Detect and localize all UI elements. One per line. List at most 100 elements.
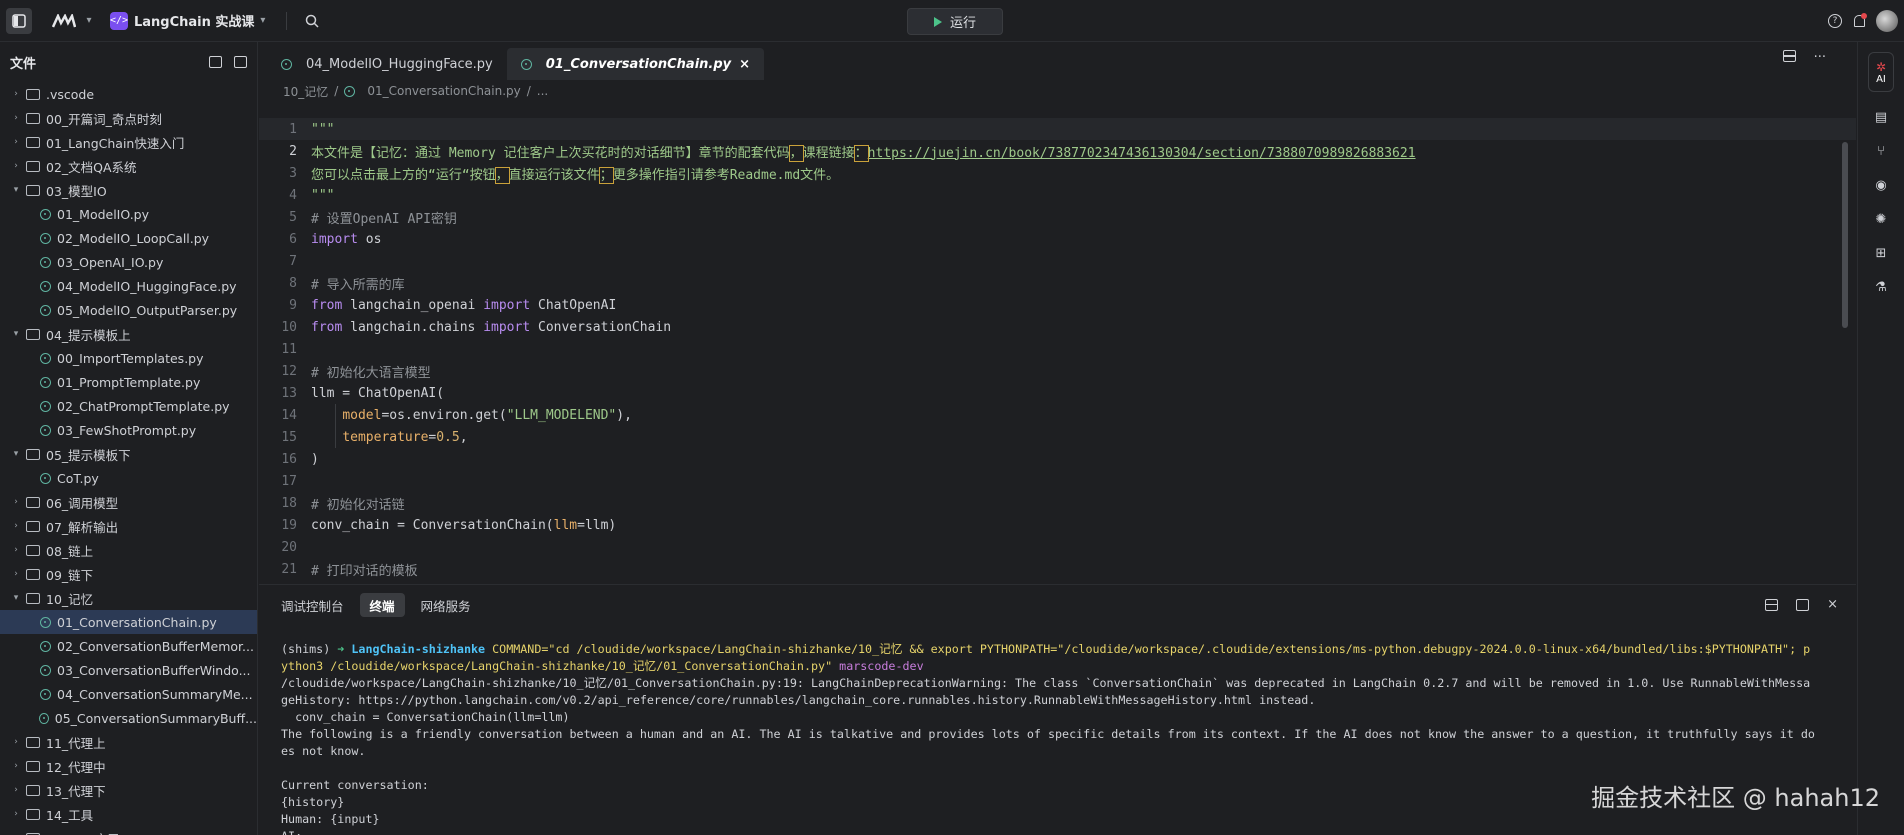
code-line[interactable]: 12 # 初始化大语言模型	[259, 360, 1856, 382]
code-text: 您可以点击最上方的“运行“按钮，直接运行该文件；更多操作指引请参考Readme.…	[311, 164, 839, 184]
code-line[interactable]: 4 """	[259, 184, 1856, 206]
extensions-icon[interactable]: ⊞	[1873, 246, 1889, 262]
code-line[interactable]: 2 本文件是【记忆：通过 Memory 记住客户上次买花时的对话细节】章节的配套代…	[259, 140, 1856, 162]
code-line[interactable]: 3 您可以点击最上方的“运行“按钮，直接运行该文件；更多操作指引请参考Readme…	[259, 162, 1856, 184]
notification-bell-icon[interactable]	[1852, 13, 1867, 28]
split-editor-icon[interactable]	[1782, 50, 1796, 62]
panel-tab[interactable]: 调试控制台	[271, 593, 354, 617]
more-actions-icon[interactable]: ···	[1814, 50, 1826, 65]
breadcrumb-item[interactable]: ...	[537, 84, 548, 98]
maximize-panel-icon[interactable]	[1796, 598, 1810, 611]
panel-tab[interactable]: 网络服务	[411, 593, 481, 617]
close-icon[interactable]: ×	[739, 57, 750, 72]
folder-item[interactable]: › 07_解析输出	[0, 514, 257, 538]
file-item[interactable]: CoT.py	[0, 466, 257, 490]
folder-item[interactable]: ▾ 05_提示模板下	[0, 442, 257, 466]
folder-item[interactable]: › 11_代理上	[0, 730, 257, 754]
file-item[interactable]: 03_FewShotPrompt.py	[0, 418, 257, 442]
python-file-icon	[40, 424, 51, 436]
code-token: """	[311, 121, 335, 137]
code-line[interactable]: 5 # 设置OpenAI API密钥	[259, 206, 1856, 228]
file-item[interactable]: 05_ModelIO_OutputParser.py	[0, 298, 257, 322]
code-line[interactable]: 9 from langchain_openai import ChatOpenAI	[259, 294, 1856, 316]
chevron-right-icon: ›	[14, 761, 18, 771]
document-search-icon[interactable]: ▤	[1873, 110, 1889, 126]
folder-icon	[26, 448, 40, 460]
run-button[interactable]: 运行	[907, 8, 1003, 35]
file-item[interactable]: 05_ConversationSummaryBuff...	[0, 706, 257, 730]
file-item[interactable]: 01_ModelIO.py	[0, 202, 257, 226]
search-icon[interactable]	[299, 8, 325, 34]
file-item[interactable]: 04_ModelIO_HuggingFace.py	[0, 274, 257, 298]
folder-item[interactable]: ›15_RAG应用	[0, 826, 257, 835]
folder-item[interactable]: › 08_链上	[0, 538, 257, 562]
folder-item[interactable]: › 14_工具	[0, 802, 257, 826]
folder-item[interactable]: › .vscode	[0, 82, 257, 106]
tab-label: 01_ConversationChain.py	[545, 56, 732, 72]
project-icon: </>	[110, 11, 128, 30]
preview-icon[interactable]: ◉	[1873, 178, 1889, 194]
folder-item[interactable]: › 09_链下	[0, 562, 257, 586]
folder-item[interactable]: › 02_文档QA系统	[0, 154, 257, 178]
file-item[interactable]: 02_ModelIO_LoopCall.py	[0, 226, 257, 250]
code-token: langchain.chains	[342, 319, 484, 335]
git-branch-icon[interactable]: ⑂	[1873, 144, 1889, 160]
file-item[interactable]: 02_ConversationBufferMemor...	[0, 634, 257, 658]
help-icon[interactable]: ?	[1828, 14, 1842, 28]
code-line[interactable]: 1 """	[259, 118, 1856, 140]
folder-item[interactable]: › 01_LangChain快速入门	[0, 130, 257, 154]
avatar[interactable]	[1876, 10, 1898, 32]
folder-item[interactable]: › 06_调用模型	[0, 490, 257, 514]
code-line[interactable]: 17	[259, 470, 1856, 492]
ai-assistant-button[interactable]: ✲ AI	[1868, 52, 1894, 92]
code-editor[interactable]: 1 """ 2 本文件是【记忆：通过 Memory 记住客户上次买花时的对话细节】章节…	[259, 118, 1856, 582]
terminal-token: ➜	[337, 642, 352, 656]
editor-tab[interactable]: 04_ModelIO_HuggingFace.py	[267, 48, 507, 80]
folder-item[interactable]: › 12_代理中	[0, 754, 257, 778]
code-line[interactable]: 8 # 导入所需的库	[259, 272, 1856, 294]
file-item[interactable]: 02_ChatPromptTemplate.py	[0, 394, 257, 418]
breadcrumb-item[interactable]: 01_ConversationChain.py	[367, 84, 520, 98]
folder-item[interactable]: ▾ 03_模型IO	[0, 178, 257, 202]
code-line[interactable]: 7	[259, 250, 1856, 272]
code-line[interactable]: 20	[259, 536, 1856, 558]
panel-tab[interactable]: 终端	[359, 593, 405, 617]
editor-scrollbar[interactable]	[1842, 142, 1848, 328]
file-item[interactable]: 03_OpenAI_IO.py	[0, 250, 257, 274]
app-logo-icon[interactable]	[46, 8, 82, 34]
chevron-down-icon[interactable]: ▾	[82, 8, 96, 34]
code-line[interactable]: 21 # 打印对话的模板	[259, 558, 1856, 580]
folder-item[interactable]: › 00_开篇词_奇点时刻	[0, 106, 257, 130]
code-line[interactable]: 11	[259, 338, 1856, 360]
code-line[interactable]: 18 # 初始化对话链	[259, 492, 1856, 514]
code-line[interactable]: 13 llm = ChatOpenAI(	[259, 382, 1856, 404]
file-item[interactable]: 00_ImportTemplates.py	[0, 346, 257, 370]
breadcrumb-item[interactable]: 10_记忆	[283, 83, 328, 100]
line-number: 8	[289, 275, 297, 291]
debug-icon[interactable]: ✺	[1873, 212, 1889, 228]
sidebar-toggle-icon[interactable]	[6, 7, 32, 34]
file-item[interactable]: 01_ConversationChain.py	[0, 610, 257, 634]
code-line[interactable]: 6 import os	[259, 228, 1856, 250]
terminal-output[interactable]: (shims) ➜ LangChain-shizhanke COMMAND="c…	[281, 641, 1816, 835]
folder-item[interactable]: ▾ 04_提示模板上	[0, 322, 257, 346]
folder-item[interactable]: › 13_代理下	[0, 778, 257, 802]
code-line[interactable]: 19 conv_chain = ConversationChain(llm=llm…	[259, 514, 1856, 536]
file-item[interactable]: 01_PromptTemplate.py	[0, 370, 257, 394]
code-line[interactable]: 14 model=os.environ.get("LLM_MODELEND"),	[259, 404, 1856, 426]
file-item[interactable]: 04_ConversationSummaryMe...	[0, 682, 257, 706]
code-line[interactable]: 15 temperature=0.5,	[259, 426, 1856, 448]
new-file-icon[interactable]	[209, 56, 222, 68]
code-line[interactable]: 10 from langchain.chains import Conversat…	[259, 316, 1856, 338]
split-terminal-icon[interactable]	[1765, 598, 1779, 611]
folder-item[interactable]: ▾ 10_记忆	[0, 586, 257, 610]
editor-tab[interactable]: 01_ConversationChain.py ×	[506, 48, 765, 80]
close-panel-icon[interactable]: ×	[1827, 597, 1838, 612]
code-token: ：	[853, 144, 869, 162]
test-flask-icon[interactable]: ⚗	[1873, 280, 1889, 296]
project-selector[interactable]: </> LangChain 实战课 ▾	[110, 11, 274, 30]
code-line[interactable]: 16)	[259, 448, 1856, 470]
new-folder-icon[interactable]	[234, 56, 247, 68]
file-item[interactable]: 03_ConversationBufferWindo...	[0, 658, 257, 682]
